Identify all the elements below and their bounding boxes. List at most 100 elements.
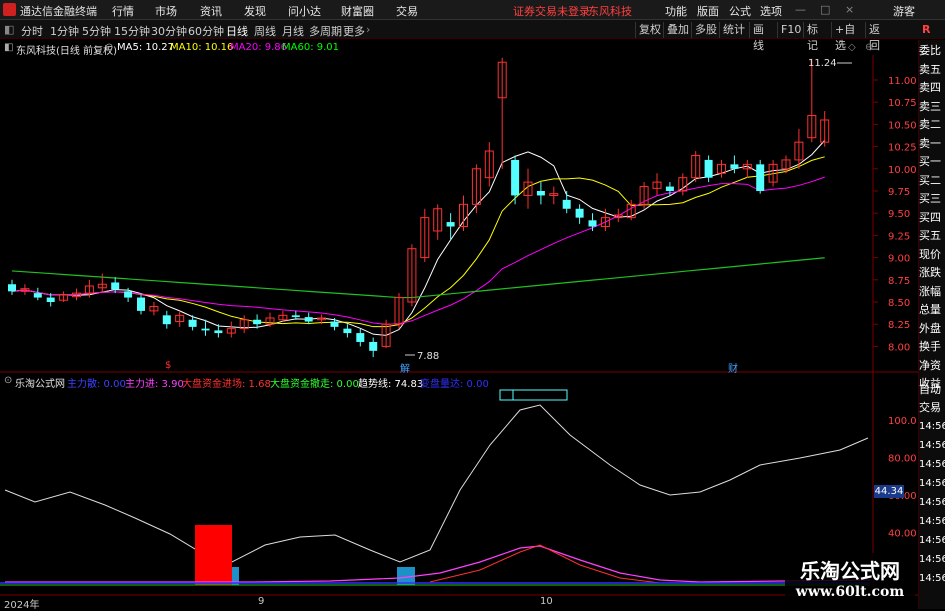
side-item[interactable]: 买二 — [919, 174, 945, 187]
side-item[interactable]: 总量 — [919, 303, 945, 316]
ind-y-tick-label: 80.00 — [888, 454, 917, 465]
btn-fanhui[interactable]: 返回 — [865, 22, 893, 52]
menu-faxian[interactable]: 发现 — [244, 3, 266, 19]
menu-jiaoyi[interactable]: 交易 — [396, 3, 418, 19]
menu-zixun[interactable]: 资讯 — [200, 3, 222, 19]
current-stock: 东风科技 — [588, 5, 632, 18]
side-item[interactable]: 买一 — [919, 155, 945, 168]
tab-monthly[interactable]: 月线 — [282, 23, 304, 39]
btn-add-watchlist[interactable]: +自选 — [831, 22, 865, 52]
candle-body — [137, 297, 145, 311]
btn-tongji[interactable]: 统计 — [719, 22, 748, 38]
y-tick-label: 10.75 — [888, 98, 917, 109]
menu-hangqing[interactable]: 行情 — [112, 3, 134, 19]
btn-biaoji[interactable]: 标记 — [803, 22, 831, 52]
tab-15min[interactable]: 15分钟 — [114, 23, 150, 39]
side-item[interactable]: 14:56 — [919, 439, 945, 452]
y-tick-label: 8.50 — [888, 298, 910, 309]
side-item[interactable]: 买五 — [919, 229, 945, 242]
sidebar-toggle-icon[interactable]: ◧ — [4, 23, 14, 36]
candle-body — [304, 317, 313, 322]
candle-body — [162, 315, 171, 325]
side-item[interactable]: 14:56 — [919, 420, 945, 433]
login-status[interactable]: 证券交易未登录 — [513, 3, 590, 19]
ind-zhulijin: 主力进: 3.90 — [125, 379, 184, 390]
menu-banmian[interactable]: 版面 — [697, 3, 719, 19]
side-item[interactable]: 14:56 — [919, 477, 945, 490]
ind-dapanche: 大盘资金撤走: 0.00 — [270, 379, 359, 390]
x-label-oct: 10 — [540, 596, 553, 607]
side-item[interactable]: 买三 — [919, 192, 945, 205]
menu-gongneng[interactable]: 功能 — [665, 3, 687, 19]
y-tick-label: 9.00 — [888, 254, 910, 265]
tab-30min[interactable]: 30分钟 — [151, 23, 187, 39]
ind-y-tick-label: 40.00 — [888, 529, 917, 540]
candle-body — [33, 293, 42, 298]
indicator-settings-icon[interactable]: ⊙ — [4, 375, 12, 386]
menu-caifuquan[interactable]: 财富圈 — [341, 3, 374, 19]
candle-body — [369, 341, 378, 351]
chart-canvas: 11.00 10.75 10.50 10.25 10.00 9.75 9.50 9.25 9.0… — [0, 55, 918, 596]
tab-60min[interactable]: 60分钟 — [188, 23, 224, 39]
r-icon[interactable]: R — [922, 23, 930, 36]
side-item[interactable]: 净资 — [919, 359, 945, 372]
candle-body — [446, 222, 455, 227]
more-chevron-icon[interactable]: › — [366, 23, 370, 36]
x-label-sep: 9 — [258, 596, 265, 607]
btn-f10[interactable]: F10 — [777, 22, 803, 38]
candle-body — [730, 164, 739, 169]
btn-huaxian[interactable]: 画线 — [749, 22, 777, 52]
tab-fenshi[interactable]: 分时 — [21, 23, 43, 39]
candle-body — [588, 220, 597, 227]
indicator-title: 乐淘公式网 — [15, 379, 65, 390]
side-item[interactable]: 卖三 — [919, 100, 945, 113]
btn-fuquan[interactable]: 复权 — [635, 22, 664, 38]
candle-body — [124, 291, 133, 298]
y-tick-label: 8.25 — [888, 320, 910, 331]
side-item[interactable]: 换手 — [919, 340, 945, 353]
quote-side-panel: 委比 卖五 卖四 卖三 卖二 卖一 买一 买二 买三 买四 买五 现价 涨跌 涨幅 总量 外盘 换手 净资 收益 自动… — [918, 40, 945, 609]
candle-body — [291, 315, 300, 318]
side-item[interactable]: 现价 — [919, 248, 945, 261]
tab-5min[interactable]: 5分钟 — [82, 23, 111, 39]
y-tick-label: 9.25 — [888, 231, 910, 242]
maximize-icon[interactable]: □ — [820, 3, 830, 16]
cyan-box — [499, 389, 568, 401]
side-item[interactable]: 14:56 — [919, 572, 945, 585]
side-item[interactable]: 14:56 — [919, 553, 945, 566]
menu-xuanxiang[interactable]: 选项 — [760, 3, 782, 19]
tab-weekly[interactable]: 周线 — [254, 23, 276, 39]
side-item[interactable]: 自动 — [919, 383, 945, 396]
ind-dapanjin: 大盘资金进场: 1.68 — [182, 379, 271, 390]
candle-body — [756, 164, 765, 191]
side-item[interactable]: 14:56 — [919, 534, 945, 547]
side-item[interactable]: 涨幅 — [919, 285, 945, 298]
menu-shichang[interactable]: 市场 — [155, 3, 177, 19]
menu-gongshi[interactable]: 公式 — [729, 3, 751, 19]
side-item[interactable]: 涨跌 — [919, 266, 945, 279]
tab-more[interactable]: 更多 — [343, 23, 365, 39]
user-label[interactable]: 游客 — [893, 3, 915, 19]
tab-1min[interactable]: 1分钟 — [50, 23, 79, 39]
side-item[interactable]: 外盘 — [919, 322, 945, 335]
candle-body — [704, 159, 713, 178]
side-item[interactable]: 14:56 — [919, 458, 945, 471]
side-item[interactable]: 卖一 — [919, 137, 945, 150]
side-item[interactable]: 卖二 — [919, 118, 945, 131]
btn-diejia[interactable]: 叠加 — [663, 22, 692, 38]
side-item[interactable]: 卖四 — [919, 81, 945, 94]
side-item[interactable]: 14:56 — [919, 496, 945, 509]
side-item[interactable]: 委比 — [919, 44, 945, 57]
tab-daily[interactable]: 日线 — [226, 23, 248, 39]
tab-multi-period[interactable]: 多周期 — [309, 23, 342, 39]
btn-duogu[interactable]: 多股 — [691, 22, 720, 38]
candle-body — [511, 159, 520, 196]
side-item[interactable]: 14:56 — [919, 515, 945, 528]
ind-zhulisan: 主力散: 0.00 — [67, 379, 126, 390]
minimize-icon[interactable]: — — [795, 3, 806, 16]
side-item[interactable]: 交易 — [919, 401, 945, 414]
side-item[interactable]: 卖五 — [919, 63, 945, 76]
menu-wenxiaoda[interactable]: 问小达 — [288, 3, 321, 19]
close-icon[interactable]: × — [845, 3, 854, 16]
side-item[interactable]: 买四 — [919, 211, 945, 224]
